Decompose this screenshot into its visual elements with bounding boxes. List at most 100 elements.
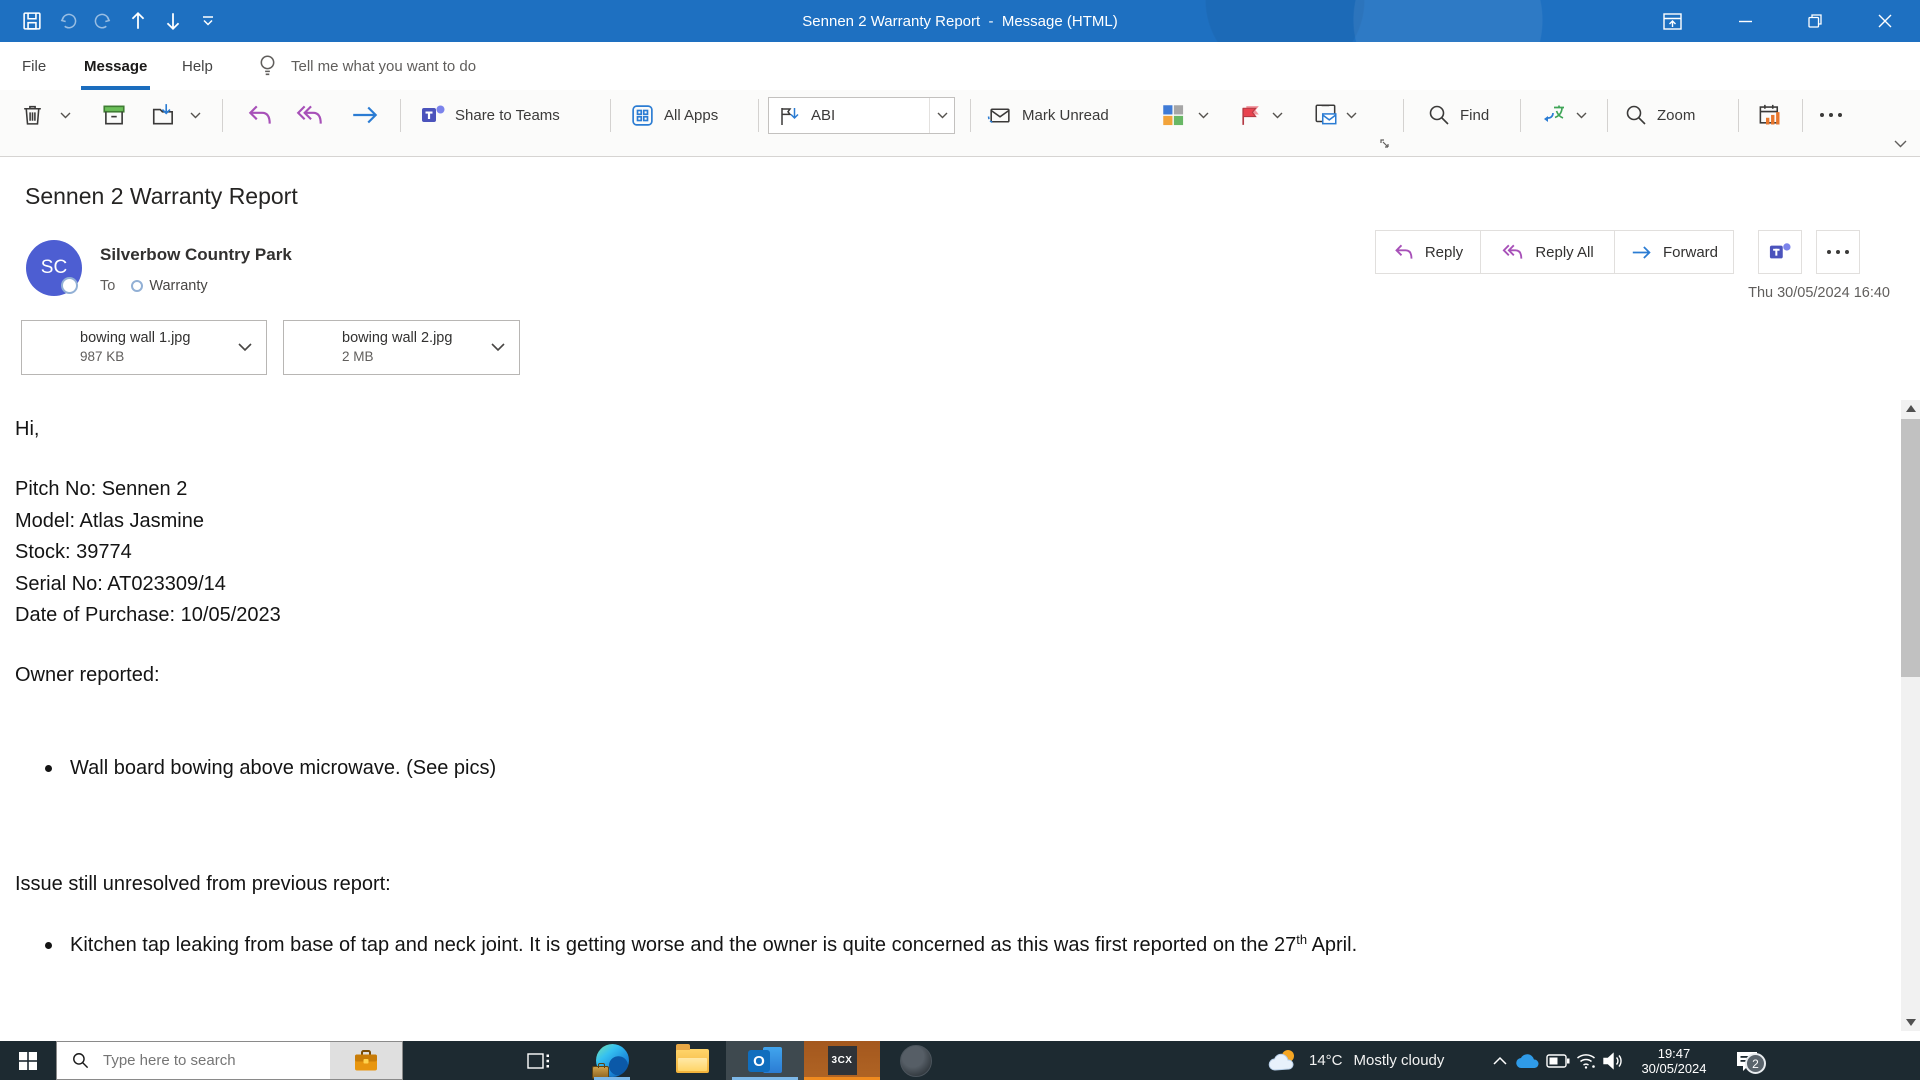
translate-dropdown-button[interactable] — [1576, 90, 1587, 140]
redo-button[interactable] — [86, 0, 118, 42]
delete-dropdown-button[interactable] — [60, 90, 71, 140]
categorize-button[interactable] — [1160, 90, 1186, 140]
minimize-button[interactable] — [1729, 0, 1761, 42]
taskbar-explorer-button[interactable] — [668, 1041, 716, 1080]
collapse-ribbon-button[interactable] — [1894, 134, 1907, 154]
chevron-down-icon — [937, 112, 948, 119]
follow-up-button[interactable] — [1238, 90, 1263, 140]
outlook-icon: O — [748, 1045, 782, 1076]
tell-me-box[interactable]: Tell me what you want to do — [258, 42, 476, 90]
taskbar-edge-button[interactable] — [588, 1041, 636, 1080]
mark-unread-label: Mark Unread — [1022, 106, 1109, 124]
insights-button[interactable] — [1757, 90, 1784, 140]
quick-steps-gallery[interactable]: ABI — [768, 97, 955, 134]
search-input[interactable] — [90, 1051, 330, 1070]
translate-button[interactable] — [1540, 90, 1568, 140]
zoom-button[interactable]: Zoom — [1624, 90, 1695, 140]
all-apps-button[interactable]: All Apps — [630, 90, 718, 140]
share-to-teams-button[interactable]: Share to Teams — [420, 90, 560, 140]
follow-up-dropdown-button[interactable] — [1272, 90, 1283, 140]
archive-button[interactable] — [101, 90, 127, 140]
chevron-up-icon — [1493, 1056, 1507, 1065]
attachment-dropdown-button[interactable] — [491, 343, 505, 352]
taskbar-3cx-button[interactable]: 3CX — [804, 1041, 880, 1080]
weather-widget[interactable]: 14°C Mostly cloudy — [1268, 1041, 1444, 1080]
action-center-button[interactable]: 2 — [1724, 1041, 1770, 1080]
header-reply-all-button[interactable]: Reply All — [1480, 230, 1615, 274]
save-button[interactable] — [16, 0, 48, 42]
move-button[interactable] — [150, 90, 177, 140]
chevron-down-icon — [1894, 140, 1907, 148]
previous-item-button[interactable] — [122, 0, 154, 42]
reply-button[interactable] — [246, 90, 274, 140]
sender-name[interactable]: Silverbow Country Park — [100, 245, 292, 265]
share-to-teams-header-button[interactable] — [1758, 230, 1802, 274]
ribbon-tab-row: File Message Help Tell me what you want … — [0, 42, 1920, 90]
reply-all-button[interactable] — [295, 90, 325, 140]
start-button[interactable] — [0, 1041, 56, 1080]
body-detail-line: Date of Purchase: 10/05/2023 — [15, 604, 281, 626]
scroll-thumb[interactable] — [1901, 419, 1920, 677]
outlook-letter: O — [748, 1050, 770, 1072]
categorize-icon — [1163, 105, 1184, 126]
battery-tray-button[interactable] — [1543, 1041, 1573, 1080]
forward-icon — [1632, 245, 1651, 259]
quick-steps-dropdown[interactable] — [929, 98, 948, 133]
outlook-message-window: Sennen 2 Warranty Report - Message (HTML… — [0, 0, 1920, 1080]
taskbar-search-box[interactable] — [56, 1041, 403, 1080]
ribbon-more-button[interactable] — [1820, 90, 1842, 140]
customize-quick-access-button[interactable] — [192, 0, 224, 42]
mark-unread-button[interactable]: Mark Unread — [986, 90, 1109, 140]
task-view-button[interactable] — [515, 1041, 563, 1080]
attachment-chip[interactable]: bowing wall 1.jpg 987 KB — [21, 320, 267, 375]
volume-tray-button[interactable] — [1598, 1041, 1628, 1080]
lightbulb-icon — [260, 55, 275, 76]
reply-all-icon — [1502, 244, 1523, 259]
delete-button[interactable] — [20, 90, 45, 140]
scroll-down-button[interactable] — [1901, 1014, 1920, 1031]
ellipsis-icon — [1820, 113, 1842, 117]
tags-dialog-launcher-button[interactable] — [1380, 134, 1391, 154]
vertical-scrollbar[interactable] — [1901, 400, 1920, 1031]
taskbar-clock[interactable]: 19:47 30/05/2024 — [1628, 1041, 1720, 1080]
onenote-dropdown-button[interactable] — [1346, 90, 1357, 140]
attachment-chip[interactable]: bowing wall 2.jpg 2 MB — [283, 320, 520, 375]
categorize-dropdown-button[interactable] — [1198, 90, 1209, 140]
taskbar-circle-app-button[interactable] — [892, 1041, 940, 1080]
move-dropdown-button[interactable] — [190, 90, 201, 140]
message-subject: Sennen 2 Warranty Report — [25, 183, 298, 209]
attachment-dropdown-button[interactable] — [238, 343, 252, 352]
header-reply-button[interactable]: Reply — [1375, 230, 1481, 274]
more-actions-button[interactable] — [1816, 230, 1860, 274]
teams-icon — [422, 105, 445, 122]
redo-icon — [94, 13, 110, 28]
network-tray-button[interactable] — [1572, 1041, 1600, 1080]
tab-help[interactable]: Help — [179, 42, 216, 90]
search-highlight[interactable] — [330, 1042, 402, 1079]
forward-label: Forward — [1662, 243, 1718, 261]
next-item-button[interactable] — [157, 0, 189, 42]
close-button[interactable] — [1869, 0, 1901, 42]
window-envelope-icon — [1315, 104, 1337, 125]
flag-icon — [1242, 105, 1259, 125]
scroll-up-button[interactable] — [1901, 400, 1920, 417]
tab-message[interactable]: Message — [81, 42, 150, 90]
recipient-name[interactable]: Warranty — [149, 278, 207, 294]
tray-expand-button[interactable] — [1488, 1041, 1512, 1080]
chevron-down-icon — [60, 112, 71, 118]
tab-file[interactable]: File — [19, 42, 49, 90]
ribbon-display-options-button[interactable] — [1656, 0, 1688, 42]
header-forward-button[interactable]: Forward — [1614, 230, 1734, 274]
ribbon: Share to Teams All Apps ABI Mark Unread — [0, 90, 1920, 157]
share-to-teams-label: Share to Teams — [455, 106, 560, 124]
taskbar-outlook-button[interactable]: O — [726, 1041, 804, 1080]
onenote-share-button[interactable] — [1313, 90, 1339, 140]
find-button[interactable]: Find — [1427, 90, 1489, 140]
quick-step-label: ABI — [811, 107, 836, 124]
zoom-label: Zoom — [1657, 106, 1696, 124]
sent-timestamp: Thu 30/05/2024 16:40 — [1748, 285, 1890, 301]
restore-button[interactable] — [1799, 0, 1831, 42]
onedrive-tray-button[interactable] — [1512, 1041, 1542, 1080]
undo-button[interactable] — [52, 0, 84, 42]
forward-button[interactable] — [350, 90, 380, 140]
